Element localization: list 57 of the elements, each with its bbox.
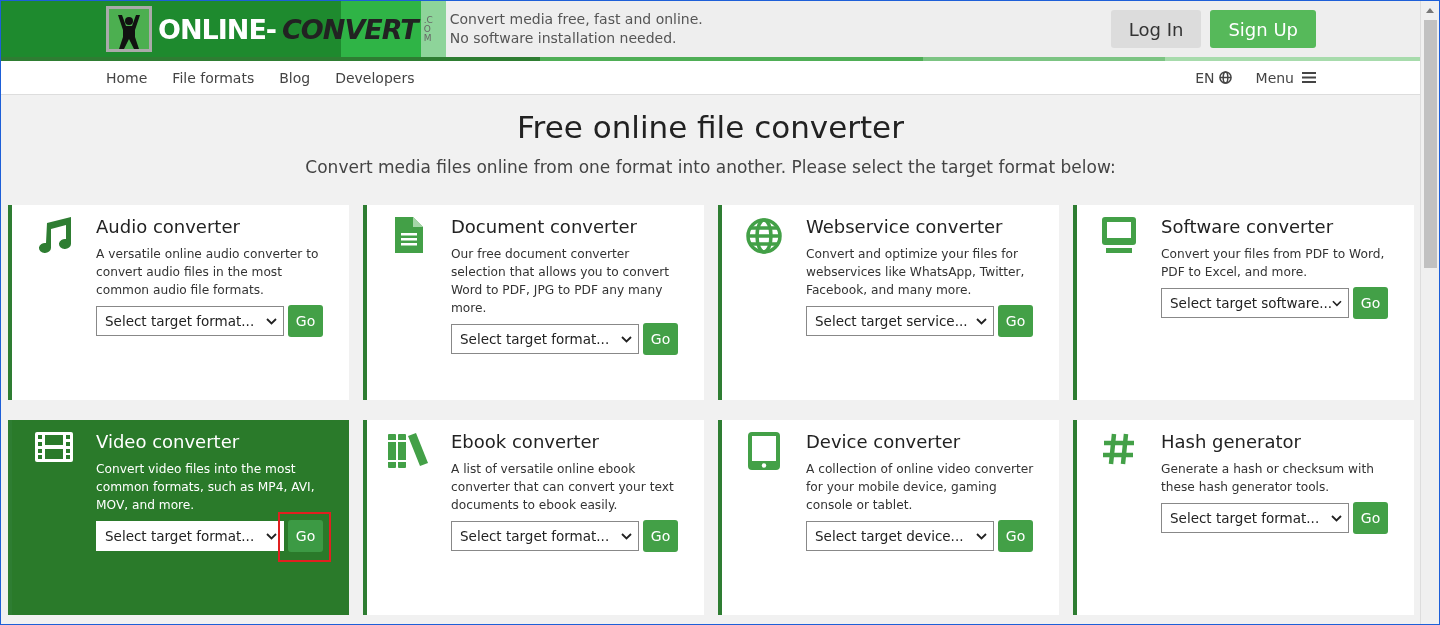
card-description: Convert and optimize your files for webservices like WhatsApp, Twitter, Facebook, and many more. bbox=[806, 246, 1026, 299]
nav-link[interactable]: Developers bbox=[335, 69, 415, 86]
chevron-down-icon bbox=[621, 335, 632, 343]
monitor-icon bbox=[1102, 217, 1136, 253]
card-description: A collection of online video converter for your mobile device, gaming console or tablet. bbox=[806, 461, 1035, 514]
tablet-icon bbox=[748, 432, 780, 470]
card-title: Audio converter bbox=[96, 215, 241, 239]
card-title: Software converter bbox=[1161, 215, 1335, 239]
nav-link[interactable]: Home bbox=[106, 69, 148, 86]
card-description: A list of versatile online ebook converter that can convert your text documents to ebook easily. bbox=[451, 461, 675, 514]
page-title: Free online file converter bbox=[516, 109, 905, 145]
language-selector[interactable]: EN bbox=[1195, 69, 1232, 86]
select-field[interactable]: Select target format... bbox=[451, 324, 639, 354]
select-field[interactable]: Select target format... bbox=[451, 521, 639, 551]
card-title: Hash generator bbox=[1161, 430, 1302, 454]
subline: No software installation needed. bbox=[449, 29, 678, 48]
card-description: Convert video files into the most common formats, such as MP4, AVI, MOV, and more. bbox=[96, 461, 316, 514]
chevron-down-icon bbox=[266, 317, 277, 325]
page-subtitle: Convert media files online from one format into another. Please select the target format below: bbox=[304, 157, 1117, 177]
card-title: Webservice converter bbox=[806, 215, 1004, 239]
card-title: Document converter bbox=[451, 215, 638, 239]
scrollbar-thumb[interactable] bbox=[1423, 20, 1437, 268]
select-field[interactable]: Select target format... bbox=[1161, 503, 1349, 533]
document-icon bbox=[395, 217, 423, 253]
chevron-down-icon bbox=[266, 532, 277, 540]
card-description: Generate a hash or checksum with these hash generator tools. bbox=[1161, 461, 1375, 496]
menu-button[interactable]: Menu bbox=[1255, 69, 1316, 86]
card-description: Convert your files from PDF to Word, PDF to Excel, and more. bbox=[1161, 246, 1386, 281]
select-field[interactable]: Select target format... bbox=[96, 521, 284, 551]
select-field[interactable]: Select target software... bbox=[1161, 288, 1349, 318]
globe-icon bbox=[1218, 71, 1232, 84]
books-icon bbox=[388, 432, 430, 468]
select-field[interactable]: Select target device... bbox=[806, 521, 994, 551]
hash-icon bbox=[1102, 432, 1136, 466]
card-description: Our free document converter selection that allows you to convert Word to PDF, JPG to PDF any many more. bbox=[451, 246, 670, 317]
select-field[interactable]: Select target format... bbox=[96, 306, 284, 336]
chevron-down-icon bbox=[1331, 514, 1342, 522]
nav-link[interactable]: File formats bbox=[172, 69, 255, 86]
card-title: Video converter bbox=[96, 430, 241, 454]
card-title: Ebook converter bbox=[451, 430, 600, 454]
tagline: Convert media free, fast and online. bbox=[449, 10, 703, 29]
card-description: A versatile online audio converter to convert audio files in the most common audio file formats. bbox=[96, 246, 320, 299]
logo-suffix: .COM bbox=[423, 15, 434, 43]
nav-link[interactable]: Blog bbox=[279, 69, 311, 86]
card-title: Device converter bbox=[806, 430, 962, 454]
log-in-button[interactable]: Log In bbox=[1110, 10, 1202, 48]
menu-icon bbox=[1302, 72, 1316, 83]
chevron-down-icon bbox=[621, 532, 632, 540]
chevron-down-icon bbox=[976, 532, 987, 540]
select-field[interactable]: Select target service... bbox=[806, 306, 994, 336]
logo-text[interactable]: ONLINE- bbox=[158, 13, 277, 45]
go-button[interactable]: Go bbox=[288, 520, 323, 552]
globe-icon bbox=[745, 217, 783, 255]
scroll-up-icon[interactable] bbox=[1425, 6, 1435, 14]
chevron-down-icon bbox=[976, 317, 987, 325]
chevron-down-icon bbox=[1332, 299, 1342, 307]
film-strip-icon bbox=[35, 432, 73, 462]
